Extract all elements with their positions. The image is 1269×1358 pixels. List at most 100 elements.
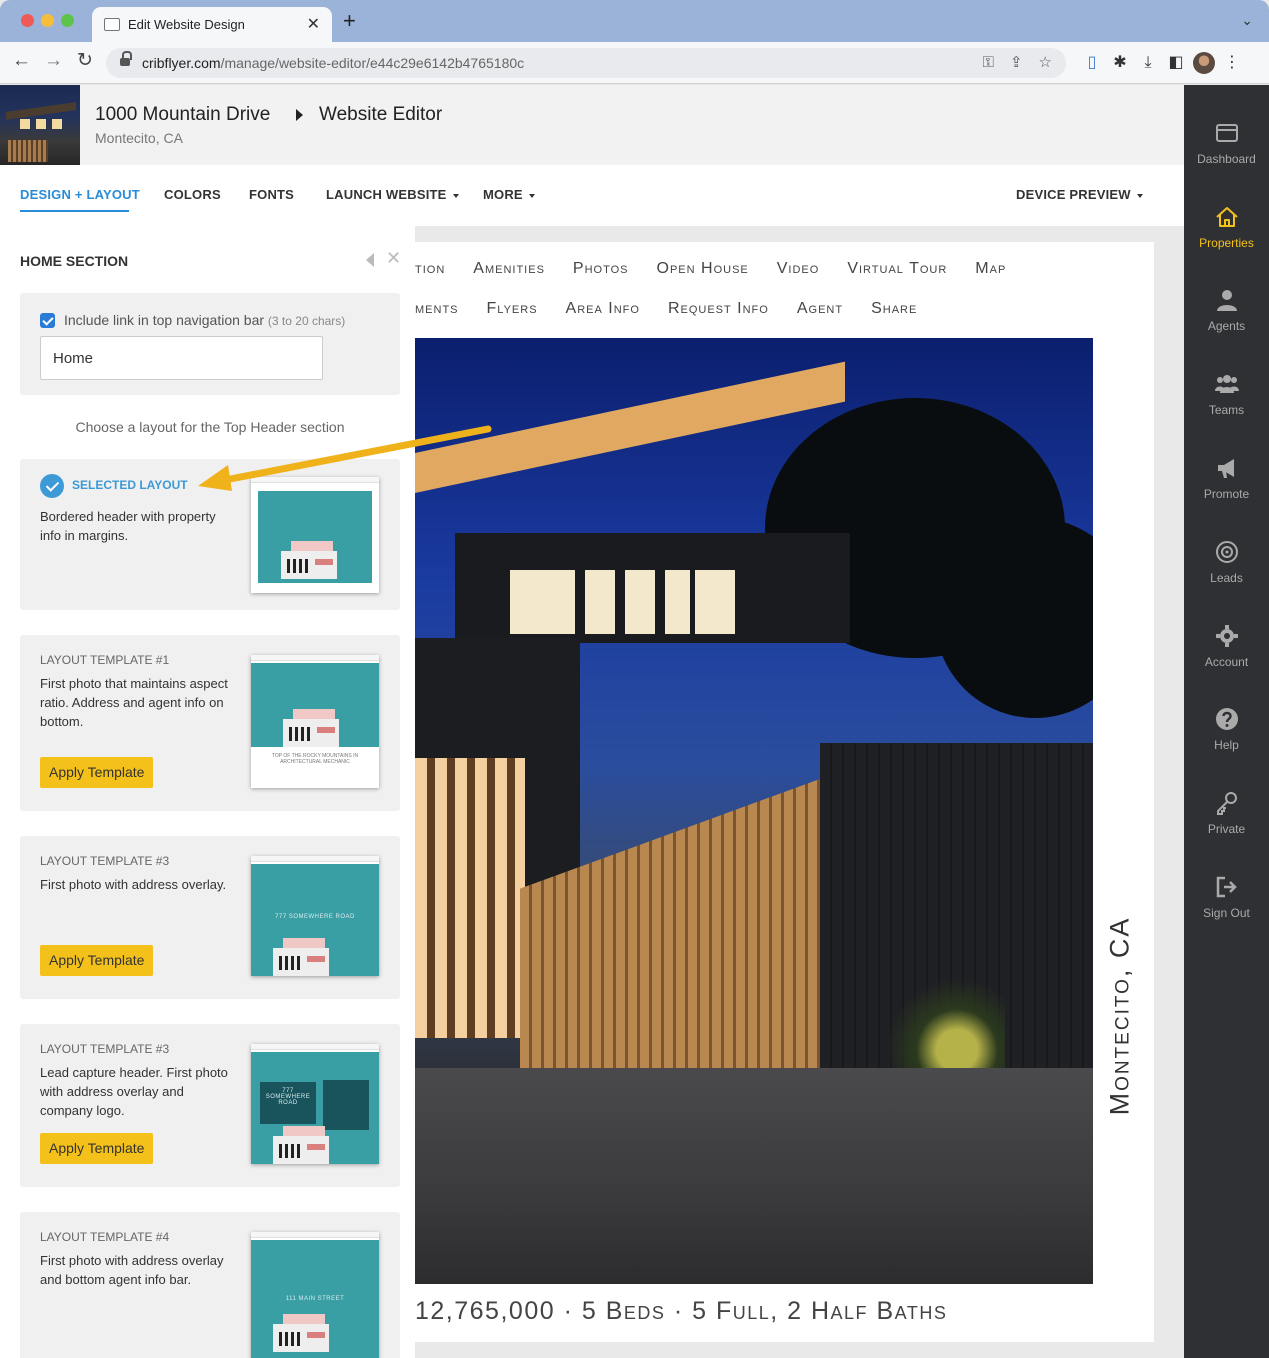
- sidebar-item-account[interactable]: Account: [1184, 623, 1269, 669]
- forward-icon[interactable]: →: [44, 51, 63, 70]
- tab-more[interactable]: MORE: [483, 187, 535, 202]
- maximize-window-button[interactable]: [61, 14, 74, 27]
- include-link-text: Include link in top navigation bar: [64, 312, 265, 328]
- preview-nav-item[interactable]: Share: [871, 300, 917, 317]
- apply-template-button[interactable]: Apply Template: [40, 757, 154, 788]
- megaphone-icon: [1217, 459, 1234, 478]
- reload-icon[interactable]: ↻: [77, 51, 93, 70]
- preview-nav-item[interactable]: Photos: [573, 260, 629, 277]
- property-thumbnail[interactable]: [0, 85, 80, 165]
- device-preview-label: DEVICE PREVIEW: [1016, 187, 1131, 202]
- template-thumbnail[interactable]: 777 SOMEWHERE ROAD: [251, 856, 379, 976]
- app-header: 1000 Mountain Drive Website Editor Monte…: [0, 85, 1184, 165]
- caret-down-icon: [1136, 193, 1143, 198]
- home-section-panel: HOME SECTION ✕ Include link in top navig…: [0, 226, 415, 1358]
- sidebar-item-label: Help: [1214, 738, 1239, 752]
- sidebar-item-sign-out[interactable]: Sign Out: [1184, 874, 1269, 920]
- home-icon: [1215, 207, 1238, 227]
- collapse-panel-icon[interactable]: [366, 253, 374, 267]
- url-path: /manage/website-editor/e44c29e6142b47651…: [220, 55, 525, 71]
- website-preview[interactable]: tion Amenities Photos Open House Video Virtua…: [415, 242, 1154, 1342]
- tab-design-layout[interactable]: DESIGN + LAYOUT: [20, 187, 140, 202]
- new-tab-icon[interactable]: +: [343, 10, 356, 32]
- template-desc: First photo with address overlay.: [40, 877, 227, 892]
- sign-out-icon: [1216, 876, 1237, 898]
- preview-nav-item[interactable]: Area Info: [566, 300, 640, 317]
- browser-tab[interactable]: Edit Website Design ✕: [92, 7, 332, 42]
- profile-avatar[interactable]: [1190, 52, 1218, 74]
- include-link-checkbox[interactable]: [40, 313, 55, 328]
- sidebar-toggle-icon[interactable]: ◧: [1162, 52, 1190, 72]
- tab-colors[interactable]: COLORS: [164, 187, 221, 202]
- sidebar-item-help[interactable]: Help: [1184, 706, 1269, 752]
- template-thumbnail[interactable]: 111 MAIN STREET: [251, 1232, 379, 1358]
- preview-nav-item[interactable]: Amenities: [473, 260, 545, 277]
- minimize-window-button[interactable]: [41, 14, 54, 27]
- template-overlay-text: 777 SOMEWHERE ROAD: [265, 1088, 311, 1106]
- layout-template-card: LAYOUT TEMPLATE #1 First photo that main…: [20, 635, 400, 811]
- page-title: Website Editor: [319, 104, 443, 125]
- bookmark-star-icon[interactable]: ☆: [1039, 54, 1052, 71]
- sidebar-item-promote[interactable]: Promote: [1184, 455, 1269, 501]
- selected-check-icon: [40, 474, 64, 498]
- preview-nav-item[interactable]: tion: [415, 260, 445, 277]
- selected-layout-thumbnail[interactable]: [251, 477, 379, 593]
- extension-doc-icon[interactable]: ▯: [1078, 52, 1106, 72]
- tab-search-chevron-icon[interactable]: ⌄: [1241, 12, 1253, 29]
- nav-link-text-input[interactable]: [40, 336, 323, 380]
- preview-nav-item[interactable]: Request Info: [668, 300, 769, 317]
- apply-template-button[interactable]: Apply Template: [40, 945, 154, 976]
- vertical-location-text: Montecito, CA: [1105, 896, 1135, 1136]
- tab-launch-website[interactable]: LAUNCH WEBSITE: [326, 187, 459, 202]
- template-overlay-text: 777 SOMEWHERE ROAD: [275, 914, 355, 920]
- sidebar-item-label: Sign Out: [1203, 906, 1250, 920]
- preview-nav-item[interactable]: Map: [975, 260, 1006, 277]
- tab-launch-website-label: LAUNCH WEBSITE: [326, 187, 447, 202]
- template-thumbnail[interactable]: TOP OF THE ROCKY MOUNTAINS IN ARCHITECTU…: [251, 655, 379, 788]
- back-icon[interactable]: ←: [12, 51, 31, 70]
- sidebar-item-private[interactable]: Private: [1184, 790, 1269, 836]
- download-icon[interactable]: ⤓: [1134, 54, 1162, 72]
- active-tab-underline: [20, 210, 129, 212]
- target-icon: [1215, 541, 1238, 563]
- template-desc: Lead capture header. First photo with ad…: [40, 1065, 228, 1118]
- sidebar-item-dashboard[interactable]: Dashboard: [1184, 120, 1269, 166]
- close-window-button[interactable]: [21, 14, 34, 27]
- dashboard-icon: [1215, 124, 1238, 142]
- sidebar-item-properties[interactable]: Properties: [1184, 204, 1269, 250]
- preview-nav-row-1: tion Amenities Photos Open House Video Virtua…: [415, 260, 1034, 278]
- sidebar-item-label: Leads: [1210, 571, 1243, 585]
- sidebar-item-teams[interactable]: Teams: [1184, 371, 1269, 417]
- sidebar-item-agents[interactable]: Agents: [1184, 287, 1269, 333]
- device-preview-dropdown[interactable]: DEVICE PREVIEW: [1016, 187, 1143, 202]
- key-icon[interactable]: ⚿: [983, 54, 994, 71]
- preview-nav-item[interactable]: Open House: [657, 260, 749, 277]
- caret-down-icon: [528, 193, 535, 198]
- preview-nav-item[interactable]: Agent: [797, 300, 843, 317]
- address-bar[interactable]: cribflyer.com/manage/website-editor/e44c…: [106, 48, 1066, 78]
- gear-icon: [1215, 625, 1238, 647]
- layout-template-card: LAYOUT TEMPLATE #3 Lead capture header. …: [20, 1024, 400, 1187]
- browser-menu-icon[interactable]: ⋮: [1218, 52, 1246, 72]
- sidebar-item-label: Properties: [1199, 236, 1254, 250]
- share-icon[interactable]: ⇪: [1010, 54, 1023, 71]
- preview-nav-item[interactable]: Flyers: [487, 300, 538, 317]
- puzzle-extensions-icon[interactable]: ✱: [1106, 52, 1134, 72]
- template-caption: TOP OF THE ROCKY MOUNTAINS IN ARCHITECTU…: [271, 753, 359, 765]
- property-title-link[interactable]: 1000 Mountain Drive: [95, 104, 270, 126]
- preview-nav-item[interactable]: Video: [777, 260, 820, 277]
- tab-more-label: MORE: [483, 187, 523, 202]
- template-title: LAYOUT TEMPLATE #3: [40, 1042, 170, 1056]
- template-thumbnail[interactable]: 777 SOMEWHERE ROAD: [251, 1044, 379, 1164]
- template-overlay-text: 111 MAIN STREET: [285, 1296, 345, 1302]
- lock-icon: [120, 51, 132, 68]
- close-panel-icon[interactable]: ✕: [386, 248, 401, 269]
- include-link-label: Include link in top navigation bar (3 to…: [64, 312, 345, 328]
- tab-fonts[interactable]: FONTS: [249, 187, 294, 202]
- apply-template-button[interactable]: Apply Template: [40, 1133, 154, 1164]
- sidebar-item-label: Private: [1207, 822, 1246, 836]
- tab-close-icon[interactable]: ✕: [307, 14, 320, 34]
- preview-nav-item[interactable]: ments: [415, 300, 459, 317]
- preview-nav-item[interactable]: Virtual Tour: [847, 260, 947, 277]
- sidebar-item-leads[interactable]: Leads: [1184, 539, 1269, 585]
